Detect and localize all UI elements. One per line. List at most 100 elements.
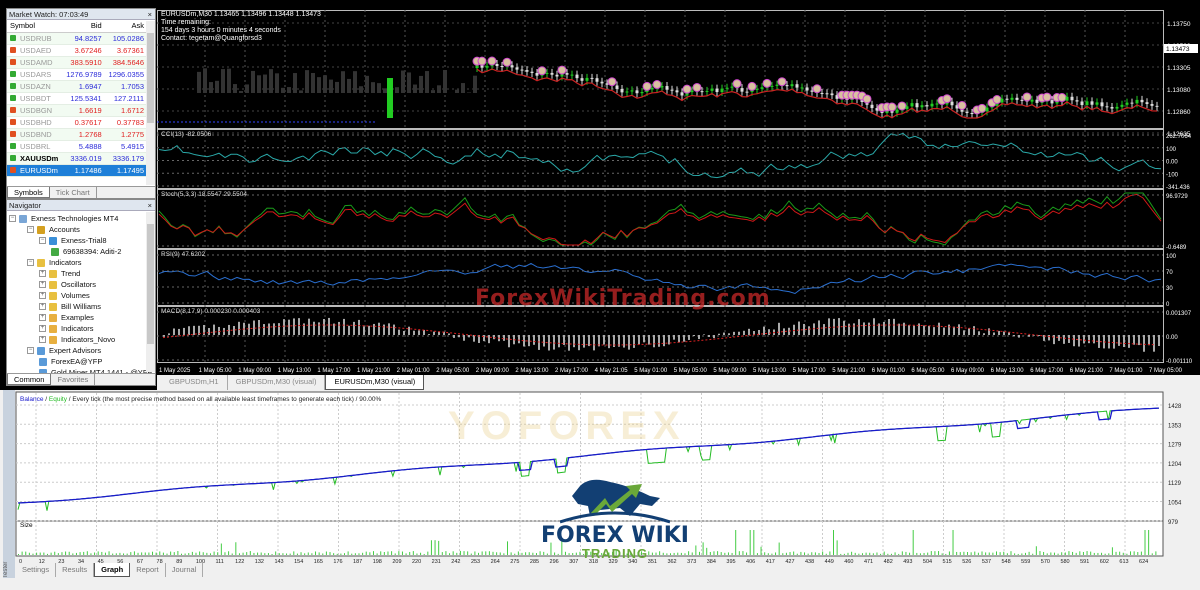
- tab-chart-gbpusd-h1[interactable]: GBPUSDm,H1: [161, 375, 228, 390]
- price-chart[interactable]: 1.137501.135301.133051.130801.128601.126…: [157, 8, 1200, 375]
- navigator-item[interactable]: − Indicators: [9, 257, 155, 268]
- close-icon[interactable]: ×: [148, 9, 152, 20]
- size-bar: [789, 552, 791, 555]
- navigator-item[interactable]: − Expert Advisors: [9, 345, 155, 356]
- candle-body: [630, 90, 634, 92]
- market-watch-row[interactable]: USDAED 3.67246 3.67361: [7, 44, 147, 57]
- size-bar: [43, 552, 45, 555]
- navigator-item[interactable]: + Oscillators: [9, 279, 155, 290]
- market-watch-row[interactable]: USDBRL 5.4888 5.4915: [7, 140, 147, 153]
- market-watch-row[interactable]: USDBDT 125.5341 127.2111: [7, 92, 147, 105]
- tab-favorites[interactable]: Favorites: [51, 374, 96, 385]
- tab-journal[interactable]: Journal: [166, 563, 204, 577]
- size-bar: [162, 552, 164, 555]
- size-bar: [304, 553, 306, 555]
- tab-report[interactable]: Report: [130, 563, 166, 577]
- macd-bar: [938, 322, 940, 335]
- tab-chart-eurusd-m30[interactable]: EURUSDm,M30 (visual): [325, 375, 425, 390]
- x-axis-label: 406: [746, 559, 755, 565]
- navigator-item[interactable]: − Exness Technologies MT4: [9, 213, 155, 224]
- size-bar: [894, 552, 896, 555]
- macd-bar: [283, 319, 285, 335]
- ghost-bar: [431, 90, 435, 93]
- market-watch-row[interactable]: USDRUB 94.8257 105.0286: [7, 32, 147, 45]
- tab-chart-gbpusd-m30[interactable]: GBPUSDm,M30 (visual): [228, 375, 326, 390]
- candle-body: [895, 109, 899, 113]
- macd-bar: [948, 324, 950, 335]
- size-bar: [170, 551, 172, 555]
- bid-price: 1276.9789: [62, 68, 105, 81]
- close-icon[interactable]: ×: [148, 200, 152, 211]
- ghost-bar: [353, 71, 357, 93]
- tab-symbols[interactable]: Symbols: [7, 187, 50, 198]
- user-icon: [51, 247, 59, 256]
- size-bar: [507, 541, 508, 555]
- cci-level-label: 262.7064: [1166, 134, 1192, 140]
- expand-icon[interactable]: −: [27, 226, 34, 233]
- navigator-item[interactable]: ForexEA@YFP: [9, 356, 155, 367]
- size-bar: [445, 551, 447, 555]
- expand-icon[interactable]: −: [39, 237, 46, 244]
- market-watch-row[interactable]: EURUSDm 1.17486 1.17495: [7, 164, 147, 177]
- size-bar: [75, 552, 77, 555]
- candle-body: [590, 77, 594, 79]
- navigator-item[interactable]: + Examples: [9, 312, 155, 323]
- expand-icon[interactable]: −: [27, 259, 34, 266]
- tab-graph[interactable]: Graph: [94, 563, 131, 577]
- col-ask[interactable]: Ask: [104, 20, 147, 33]
- size-bar: [1024, 552, 1026, 555]
- tab-tick-chart[interactable]: Tick Chart: [50, 187, 97, 198]
- navigator-item[interactable]: − Accounts: [9, 224, 155, 235]
- expand-icon[interactable]: −: [9, 215, 16, 222]
- candle-body: [950, 101, 954, 106]
- time-label: 7 May 01:00: [1109, 368, 1143, 374]
- navigator-item-label: Accounts: [49, 225, 80, 234]
- tab-settings[interactable]: Settings: [16, 563, 57, 577]
- expand-icon[interactable]: +: [39, 270, 46, 277]
- macd-bar: [568, 335, 570, 351]
- navigator-item[interactable]: 69638394: Aditi-2: [9, 246, 155, 257]
- chart-tabs: GBPUSDm,H1 GBPUSDm,M30 (visual) EURUSDm,…: [157, 375, 1200, 390]
- expand-icon[interactable]: +: [39, 303, 46, 310]
- expand-icon[interactable]: +: [39, 325, 46, 332]
- candle-body: [680, 92, 684, 96]
- tab-common[interactable]: Common: [7, 374, 52, 385]
- ghost-bar: [329, 79, 333, 93]
- navigator-scrollbar[interactable]: [146, 212, 155, 372]
- navigator-item[interactable]: − Exness-Trial8: [9, 235, 155, 246]
- col-bid[interactable]: Bid: [62, 20, 105, 33]
- size-bar: [83, 551, 85, 555]
- market-watch-row[interactable]: USDAMD 383.5910 384.5646: [7, 56, 147, 69]
- navigator-item[interactable]: + Volumes: [9, 290, 155, 301]
- size-bar: [267, 553, 269, 555]
- col-symbol[interactable]: Symbol: [7, 20, 63, 33]
- market-watch-row[interactable]: USDBHD 0.37617 0.37783: [7, 116, 147, 129]
- expand-icon[interactable]: −: [27, 347, 34, 354]
- expand-icon[interactable]: +: [39, 314, 46, 321]
- market-watch-row[interactable]: USDARS 1276.9789 1296.0355: [7, 68, 147, 81]
- expand-icon[interactable]: +: [39, 292, 46, 299]
- market-watch-row[interactable]: USDBGN 1.6619 1.6712: [7, 104, 147, 117]
- symbol-name: USDBHD: [20, 117, 52, 127]
- expand-icon[interactable]: +: [39, 336, 46, 343]
- candle-body: [565, 73, 569, 75]
- size-bar: [369, 552, 371, 555]
- expand-icon[interactable]: +: [39, 281, 46, 288]
- market-watch-row[interactable]: USDBND 1.2768 1.2775: [7, 128, 147, 141]
- size-bar: [977, 552, 979, 555]
- market-watch-row[interactable]: USDAZN 1.6947 1.7053: [7, 80, 147, 93]
- candle-body: [690, 90, 694, 93]
- navigator-item[interactable]: + Indicators: [9, 323, 155, 334]
- stoch-level-label: 96.9729: [1166, 194, 1188, 200]
- tab-results[interactable]: Results: [56, 563, 95, 577]
- navigator-item[interactable]: + Indicators_Novo: [9, 334, 155, 345]
- candle-body: [1070, 96, 1074, 101]
- size-bar: [488, 551, 490, 555]
- market-watch-row[interactable]: XAUUSDm 3336.019 3336.179: [7, 152, 147, 165]
- chart-canvas[interactable]: 1.137501.135301.133051.130801.128601.126…: [157, 8, 1200, 375]
- navigator-item[interactable]: + Bill Williams: [9, 301, 155, 312]
- market-watch-scrollbar[interactable]: [146, 21, 155, 185]
- size-bar: [1014, 553, 1016, 555]
- navigator-item[interactable]: + Trend: [9, 268, 155, 279]
- ask-price: 1.6712: [104, 104, 147, 117]
